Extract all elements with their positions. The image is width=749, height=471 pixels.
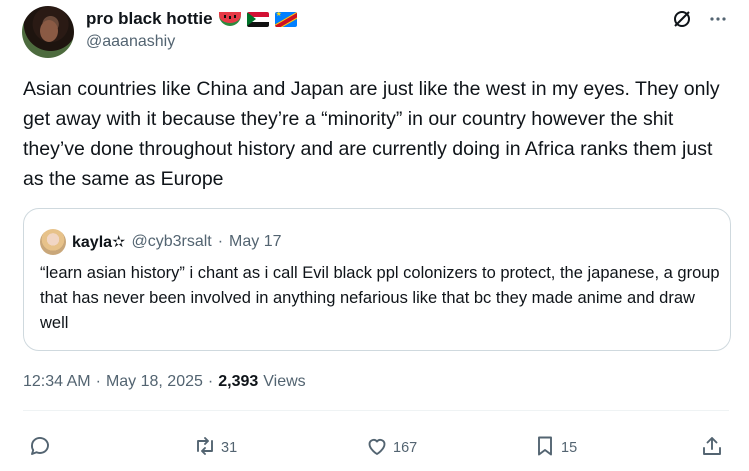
quoted-author-avatar xyxy=(40,229,66,255)
drc-flag-icon xyxy=(274,11,297,27)
retweet-count: 31 xyxy=(221,440,238,456)
share-button[interactable] xyxy=(700,432,724,464)
watermelon-icon xyxy=(218,12,241,26)
reply-icon xyxy=(28,434,52,462)
author-handle[interactable]: @aaanashiy xyxy=(86,33,175,51)
bookmark-button[interactable]: 15 xyxy=(533,432,577,464)
share-icon xyxy=(700,434,724,462)
bookmark-icon xyxy=(533,434,557,462)
quoted-author-handle: @cyb3rsalt xyxy=(131,233,212,250)
tweet-time[interactable]: 12:34 AM xyxy=(23,373,91,391)
quoted-tweet-card[interactable]: kayla✫ @cyb3rsalt · May 17 “learn asian … xyxy=(23,208,731,351)
views-label: Views xyxy=(263,373,306,390)
more-options-icon[interactable] xyxy=(707,8,729,30)
sudan-flag-icon xyxy=(246,11,269,27)
tweet-action-bar: 31 167 15 xyxy=(28,432,727,464)
tweet-text: Asian countries like China and Japan are… xyxy=(23,78,726,190)
views-count: 2,393 xyxy=(218,373,259,390)
author-name-row: pro black hottie xyxy=(86,8,297,30)
like-button[interactable]: 167 xyxy=(365,432,417,464)
quoted-author-name: kayla✫ xyxy=(72,234,126,251)
like-count: 167 xyxy=(393,440,418,456)
bookmark-count: 15 xyxy=(561,440,578,456)
author-avatar[interactable] xyxy=(22,6,74,58)
tweet-top-actions xyxy=(671,8,729,30)
meta-separator: · xyxy=(95,373,101,390)
tweet-meta: 12:34 AM · May 18, 2025 · 2,393 Views xyxy=(23,373,306,391)
tweet-date[interactable]: May 18, 2025 xyxy=(106,373,203,391)
quoted-tweet-text: “learn asian history” i chant as i call … xyxy=(40,264,720,332)
author-display-name[interactable]: pro black hottie xyxy=(86,9,213,29)
grok-icon[interactable] xyxy=(671,8,693,30)
quoted-tweet-header: kayla✫ @cyb3rsalt · May 17 xyxy=(40,229,282,255)
reply-button[interactable] xyxy=(28,432,56,464)
quoted-separator: · xyxy=(217,233,224,250)
heart-icon xyxy=(365,434,389,462)
quoted-date: May 17 xyxy=(229,233,282,250)
divider xyxy=(23,410,729,411)
retweet-button[interactable]: 31 xyxy=(193,432,237,464)
retweet-icon xyxy=(193,434,217,462)
meta-separator: · xyxy=(207,373,214,390)
